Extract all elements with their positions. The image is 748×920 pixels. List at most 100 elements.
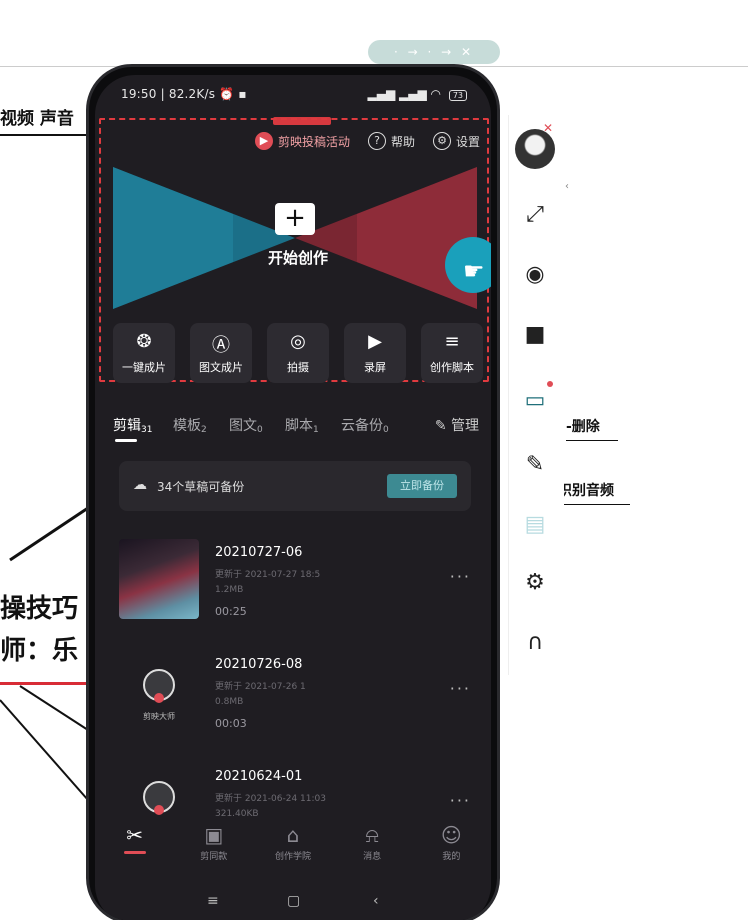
nav-label: 我的 xyxy=(442,852,461,862)
record-screen-icon: ▶ xyxy=(368,331,382,352)
close-mark-icon[interactable]: ✕ xyxy=(543,121,553,135)
promo-label: 剪映投稿活动 xyxy=(278,134,351,149)
nav-label: 消息 xyxy=(363,852,382,862)
tool-image-text[interactable]: Ⓐ 图文成片 xyxy=(190,323,252,383)
draft-thumbnail xyxy=(119,763,199,821)
tv-icon[interactable]: ▤ xyxy=(519,509,551,541)
image-text-icon: Ⓐ xyxy=(212,335,230,356)
home-icon[interactable]: ▢ xyxy=(287,893,300,909)
tool-one-click[interactable]: ❂ 一键成片 xyxy=(113,323,175,383)
recorder-sidebar: ✕ ‹ ⤢ ◉ ■ ▭ ✎ ▤ ⚙ ∩ xyxy=(508,115,569,675)
backup-text: 34个草稿可备份 xyxy=(157,480,245,494)
settings-gear-icon[interactable]: ⚙ xyxy=(519,567,551,599)
tool-label: 一键成片 xyxy=(122,361,166,374)
fullscreen-icon[interactable]: ⤢ xyxy=(519,199,551,231)
nav-profile[interactable]: ☺ 我的 xyxy=(416,823,486,877)
user-icon: ☺ xyxy=(440,823,462,847)
tab-label: 云备份 xyxy=(341,418,383,434)
tab-count: 1 xyxy=(313,425,319,435)
draft-name: 20210727-06 xyxy=(215,545,303,560)
avatar[interactable] xyxy=(515,129,555,169)
system-nav-bar: ≡ ▢ ‹ xyxy=(95,893,491,913)
video-camera-icon[interactable]: ■ xyxy=(519,319,551,351)
draft-item[interactable]: 20210624-01 更新于 2021-06-24 11:03 321.40K… xyxy=(119,757,471,821)
draft-duration: 00:25 xyxy=(215,605,247,618)
bell-icon: ⍾ xyxy=(365,823,379,847)
nav-edit[interactable]: ✂ xyxy=(100,823,170,877)
slide-line xyxy=(566,440,618,441)
plus-icon: + xyxy=(275,203,315,235)
nav-label: 剪同款 xyxy=(200,852,228,862)
draft-tabs: 剪辑31 模板2 图文0 脚本1 云备份0 ✎ 管理 xyxy=(113,411,479,442)
manage-label: 管理 xyxy=(451,418,479,434)
settings-label: 设置 xyxy=(456,134,481,149)
draft-updated: 更新于 2021-07-27 18:5 xyxy=(215,570,321,580)
slide-label-recognize-audio: 识别音频 xyxy=(558,483,614,499)
draft-size: 1.2MB xyxy=(215,585,244,595)
hero-label: 开始创作 xyxy=(267,249,328,267)
nav-messages[interactable]: ⍾ 消息 xyxy=(337,823,407,877)
tab-count: 0 xyxy=(383,425,389,435)
top-links: ▶ 剪映投稿活动 ? 帮助 ⚙ 设置 xyxy=(255,129,480,153)
tool-shoot[interactable]: ◎ 拍摄 xyxy=(267,323,329,383)
cloud-upload-icon: ☁ xyxy=(133,477,147,493)
nav-school[interactable]: ⌂ 创作学院 xyxy=(258,823,328,877)
draft-thumbnail xyxy=(119,539,199,619)
film-reel-icon: ❂ xyxy=(136,331,152,352)
logo-dot xyxy=(154,693,164,703)
notification-dot xyxy=(547,381,553,387)
tool-record-screen[interactable]: ▶ 录屏 xyxy=(344,323,406,383)
logo-dot xyxy=(154,805,164,815)
bottom-nav: ✂ ▣ 剪同款 ⌂ 创作学院 ⍾ 消息 ☺ 我的 xyxy=(95,823,491,877)
tab-template[interactable]: 模板2 xyxy=(173,415,207,435)
promo-link[interactable]: ▶ 剪映投稿活动 xyxy=(255,132,350,150)
draft-item[interactable]: 20210727-06 更新于 2021-07-27 18:5 1.2MB 00… xyxy=(119,533,471,629)
status-right: ▂▄▆ ▂▄▆ ◠ 73 xyxy=(367,87,467,101)
more-options-icon[interactable]: ··· xyxy=(450,679,471,698)
app-screen: 19:50 | 82.2K/s ⏰ ▪ ▂▄▆ ▂▄▆ ◠ 73 ▶ 剪映投稿活… xyxy=(95,75,491,920)
promo-icon: ▶ xyxy=(255,132,273,150)
chevron-left-icon[interactable]: ‹ xyxy=(565,181,569,192)
slide-connectors xyxy=(0,506,89,801)
draft-name: 20210624-01 xyxy=(215,769,303,784)
scissors-icon: ✂ xyxy=(126,823,143,847)
caption-pill: · → · → ✕ xyxy=(368,40,500,64)
phone-frame: 19:50 | 82.2K/s ⏰ ▪ ▂▄▆ ▂▄▆ ◠ 73 ▶ 剪映投稿活… xyxy=(86,64,500,920)
screen-pointer-icon[interactable]: ▭ xyxy=(519,385,551,417)
tab-count: 2 xyxy=(201,425,207,435)
tab-script[interactable]: 脚本1 xyxy=(285,415,319,435)
battery-icon: 73 xyxy=(448,90,467,101)
help-link[interactable]: ? 帮助 xyxy=(368,132,415,150)
tool-row: ❂ 一键成片 Ⓐ 图文成片 ◎ 拍摄 ▶ 录屏 ≡ 创作脚本 xyxy=(113,323,483,383)
tool-script[interactable]: ≡ 创作脚本 xyxy=(421,323,483,383)
cut-same-icon: ▣ xyxy=(204,823,224,847)
back-icon[interactable]: ‹ xyxy=(373,893,379,909)
brush-icon[interactable]: ✎ xyxy=(519,449,551,481)
manage-button[interactable]: ✎ 管理 xyxy=(435,415,479,435)
signal-icon: ▂▄▆ ▂▄▆ ◠ xyxy=(367,87,441,101)
draft-updated: 更新于 2021-06-24 11:03 xyxy=(215,794,326,804)
camera-icon[interactable]: ◉ xyxy=(519,259,551,291)
tab-label: 脚本 xyxy=(285,418,313,434)
draft-item[interactable]: 剪映大师 20210726-08 更新于 2021-07-26 1 0.8MB … xyxy=(119,645,471,741)
backup-now-button[interactable]: 立即备份 xyxy=(387,474,457,498)
nav-cut-same[interactable]: ▣ 剪同款 xyxy=(179,823,249,877)
draft-duration: 00:03 xyxy=(215,717,247,730)
headset-icon[interactable]: ∩ xyxy=(519,627,551,659)
status-time: 19:50 xyxy=(121,87,157,101)
tab-image-text[interactable]: 图文0 xyxy=(229,415,263,435)
start-creating-button[interactable]: + 开始创作 ☛ xyxy=(113,167,491,309)
logo-caption: 剪映大师 xyxy=(143,712,175,721)
tab-edit[interactable]: 剪辑31 xyxy=(113,415,152,435)
settings-icon: ⚙ xyxy=(433,132,452,150)
status-speed: 82.2K/s xyxy=(168,87,216,101)
edit-pencil-icon: ✎ xyxy=(434,418,447,434)
tab-label: 模板 xyxy=(173,418,201,434)
slide-label-delete: -删除 xyxy=(566,419,600,435)
menu-icon[interactable]: ≡ xyxy=(207,893,219,909)
more-options-icon[interactable]: ··· xyxy=(450,567,471,586)
tab-cloud-backup[interactable]: 云备份0 xyxy=(341,415,389,435)
nav-active-indicator xyxy=(123,851,146,854)
settings-link[interactable]: ⚙ 设置 xyxy=(433,132,480,150)
more-options-icon[interactable]: ··· xyxy=(450,791,471,810)
